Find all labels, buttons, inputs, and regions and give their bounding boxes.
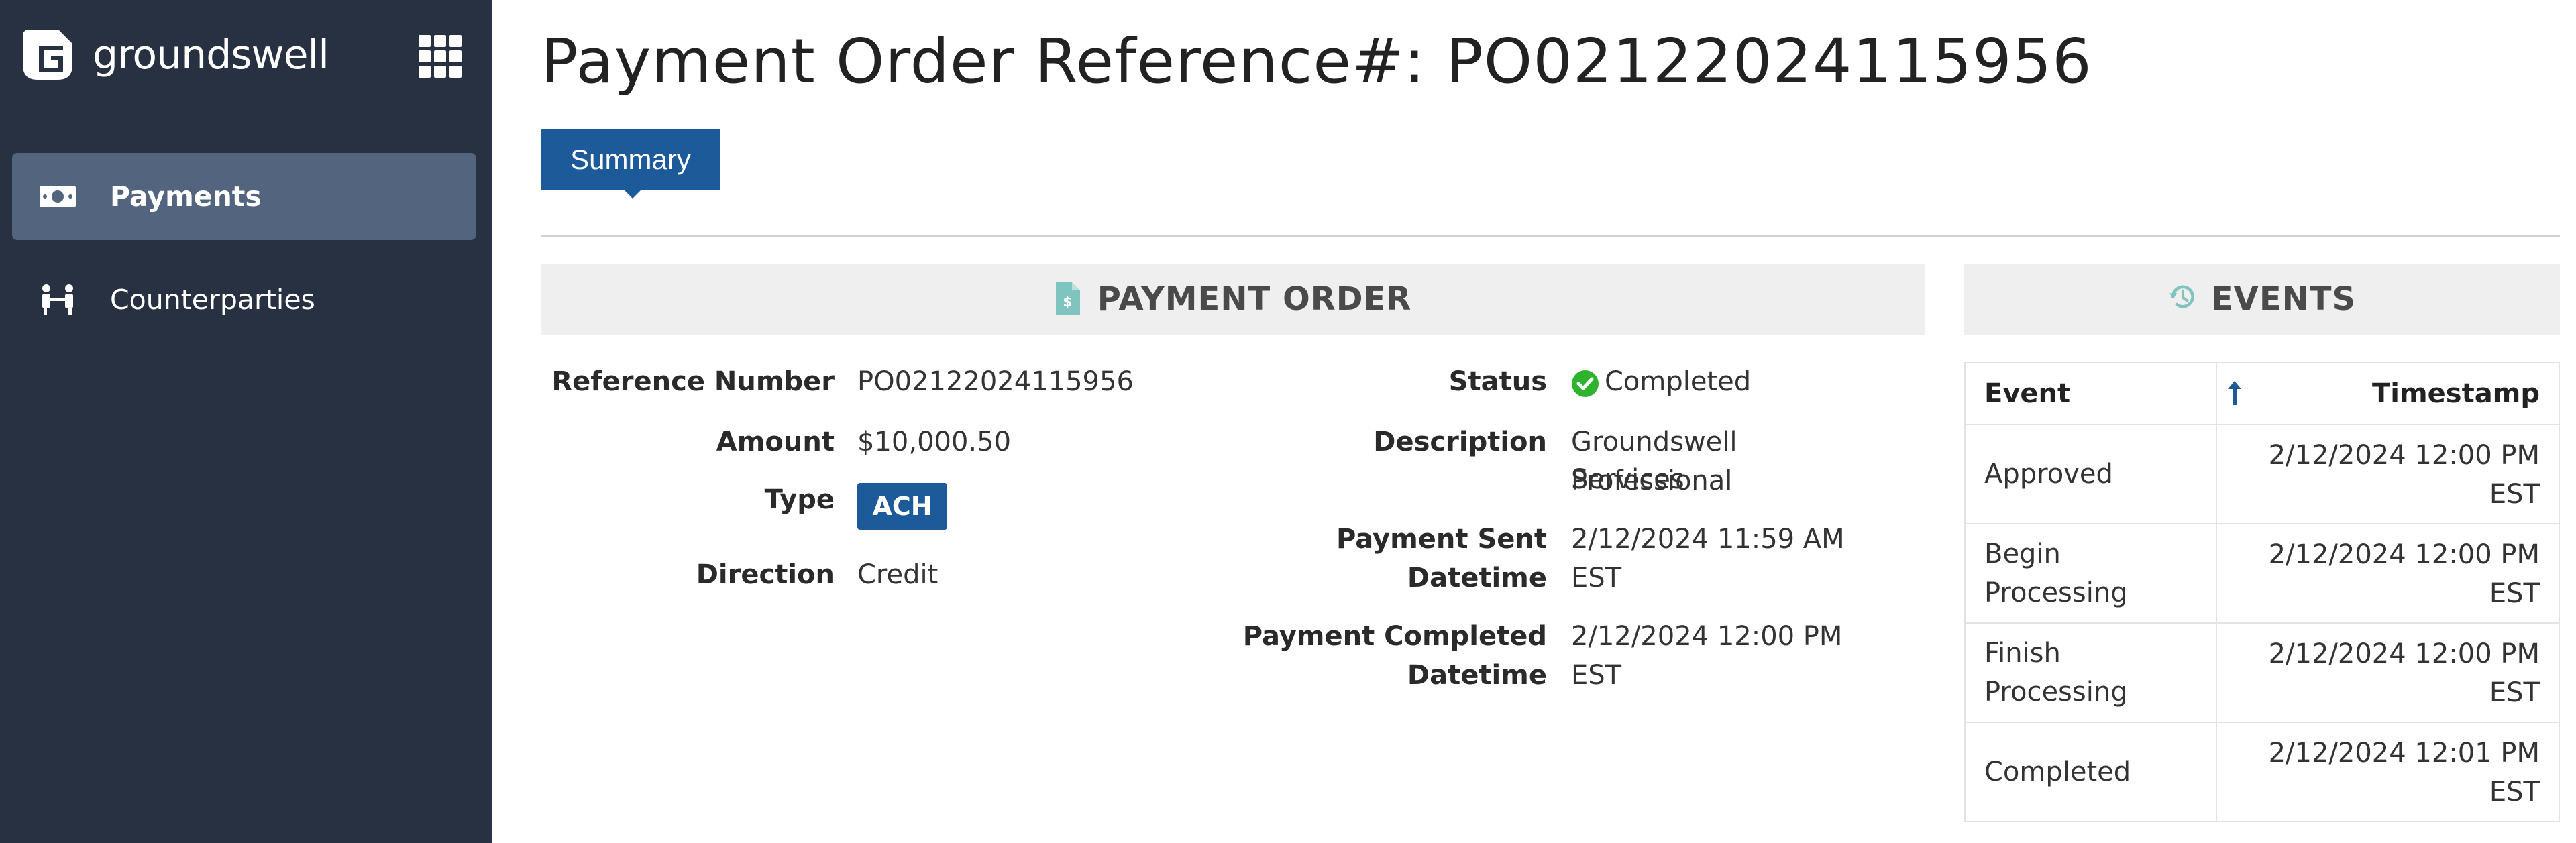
timestamp-line2: EST: [2489, 777, 2540, 807]
payment-order-header: $ PAYMENT ORDER: [541, 264, 1925, 335]
event-name-line1: Finish: [1984, 638, 2061, 669]
payment-sent-value: 2/12/2024 11:59 AM EST: [1571, 524, 1845, 594]
document-icon: $: [1055, 281, 1084, 317]
reference-number-value: PO02122024115956: [857, 366, 1134, 397]
timestamp-cell: 2/12/2024 12:00 PM EST: [2216, 424, 2560, 524]
history-icon: [2168, 281, 2198, 317]
sidebar: groundswell Payments Counterparties: [0, 0, 492, 843]
timestamp-cell: 2/12/2024 12:01 PM EST: [2216, 722, 2560, 822]
counterparties-icon: [36, 278, 79, 321]
events-table: Event Timestamp Approved 2/12/2024 12:00…: [1964, 362, 2560, 822]
column-header-timestamp[interactable]: Timestamp: [2216, 362, 2560, 425]
payment-sent-label-line1: Payment Sent: [1336, 524, 1547, 555]
timestamp-line1: 2/12/2024 12:00 PM: [2268, 539, 2540, 570]
sidebar-nav: Payments Counterparties: [12, 153, 476, 359]
table-row: Approved 2/12/2024 12:00 PM EST: [1964, 424, 2560, 524]
status-value: Completed: [1605, 366, 1752, 397]
event-cell: Approved: [1964, 424, 2218, 524]
amount-label: Amount: [716, 427, 835, 457]
events-table-header-row: Event Timestamp: [1964, 362, 2560, 425]
description-value-line2: Services: [1571, 464, 1684, 495]
event-name: Approved: [1984, 459, 2113, 490]
payment-completed-value: 2/12/2024 12:00 PM EST: [1571, 621, 1843, 691]
tab-summary[interactable]: Summary: [541, 129, 720, 190]
event-name: Completed: [1984, 756, 2131, 787]
timestamp-line1: 2/12/2024 12:00 PM: [2268, 440, 2540, 471]
description-label: Description: [1373, 427, 1547, 457]
events-header: EVENTS: [1964, 264, 2560, 335]
payment-completed-label-line1: Payment Completed: [1242, 621, 1547, 652]
timestamp-line1: 2/12/2024 12:00 PM: [2268, 638, 2540, 669]
page-title: Payment Order Reference#: PO021220241159…: [541, 25, 2092, 97]
brand-name: groundswell: [93, 32, 329, 78]
check-circle-icon: [1572, 370, 1599, 397]
event-name-line1: Begin: [1984, 539, 2061, 569]
events-title: EVENTS: [2210, 280, 2357, 318]
divider: [541, 235, 2560, 237]
reference-number-label: Reference Number: [551, 366, 835, 397]
event-cell: Finish Processing: [1964, 622, 2218, 723]
payment-order-title: PAYMENT ORDER: [1097, 280, 1412, 318]
groundswell-logo-icon: [23, 30, 72, 80]
timestamp-line2: EST: [2489, 578, 2540, 609]
sort-arrow-up-icon[interactable]: [2226, 380, 2243, 406]
svg-text:$: $: [1063, 294, 1073, 310]
payment-completed-label-line2: Datetime: [1407, 660, 1547, 691]
type-badge: ACH: [857, 483, 947, 530]
type-label: Type: [764, 484, 835, 515]
payment-sent-label-line2: Datetime: [1407, 563, 1547, 594]
timestamp-line1: 2/12/2024 12:01 PM: [2268, 738, 2540, 769]
timestamp-line2: EST: [2489, 677, 2540, 708]
timestamp-cell: 2/12/2024 12:00 PM EST: [2216, 622, 2560, 723]
sidebar-item-label: Counterparties: [110, 284, 315, 316]
table-row: Completed 2/12/2024 12:01 PM EST: [1964, 722, 2560, 822]
status-label: Status: [1448, 366, 1547, 397]
sidebar-item-counterparties[interactable]: Counterparties: [12, 256, 476, 343]
column-header-event[interactable]: Event: [1964, 362, 2218, 425]
amount-value: $10,000.50: [857, 427, 1012, 457]
brand[interactable]: groundswell: [19, 23, 329, 87]
timestamp-header-label: Timestamp: [2371, 378, 2540, 409]
event-cell: Begin Processing: [1964, 523, 2218, 624]
event-name-line2: Processing: [1984, 577, 2128, 608]
timestamp-cell: 2/12/2024 12:00 PM EST: [2216, 523, 2560, 624]
payments-icon: [36, 175, 79, 218]
sidebar-item-label: Payments: [110, 180, 262, 213]
direction-label: Direction: [696, 559, 835, 590]
active-tab-indicator: [624, 190, 641, 199]
table-row: Finish Processing 2/12/2024 12:00 PM EST: [1964, 622, 2560, 723]
apps-grid-icon[interactable]: [417, 34, 463, 79]
main-content: Payment Order Reference#: PO021220241159…: [541, 0, 2560, 843]
sidebar-item-payments[interactable]: Payments: [12, 153, 476, 240]
table-row: Begin Processing 2/12/2024 12:00 PM EST: [1964, 523, 2560, 624]
event-name-line2: Processing: [1984, 677, 2128, 708]
event-cell: Completed: [1964, 722, 2218, 822]
timestamp-line2: EST: [2489, 479, 2540, 510]
direction-value: Credit: [857, 559, 938, 590]
